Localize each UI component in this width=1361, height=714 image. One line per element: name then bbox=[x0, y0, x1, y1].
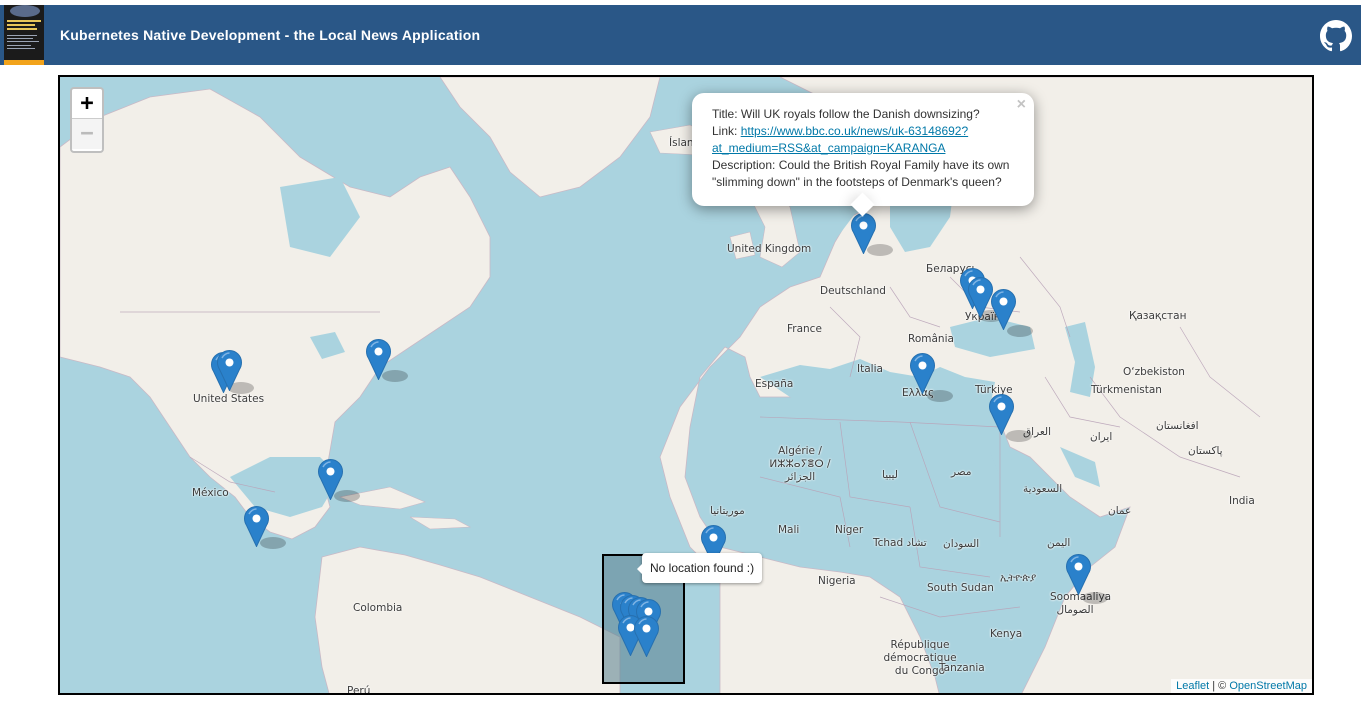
news-marker[interactable] bbox=[991, 289, 1016, 330]
zoom-out-button[interactable]: − bbox=[72, 119, 102, 149]
map-label: Deutschland bbox=[820, 285, 886, 297]
zoom-control: + − bbox=[70, 87, 104, 153]
osm-link[interactable]: OpenStreetMap bbox=[1229, 680, 1307, 692]
map-label: Algérie / ⵍⵣⵣⴰⵢⴻⵔ / الجزائر bbox=[769, 445, 831, 483]
news-marker[interactable] bbox=[634, 616, 659, 657]
map-label: Mali bbox=[778, 524, 800, 536]
map-label: ایران bbox=[1090, 431, 1113, 443]
map-label: Nigeria bbox=[818, 575, 856, 587]
map-label: افغانستان bbox=[1156, 420, 1199, 432]
no-location-popup-tip bbox=[637, 563, 643, 575]
land-greenland bbox=[439, 77, 661, 198]
map-label: India bbox=[1229, 495, 1255, 507]
book-cover-logo bbox=[4, 5, 44, 65]
map-label: México bbox=[192, 487, 229, 499]
attribution-separator: | © bbox=[1209, 680, 1230, 692]
map-label: مصر bbox=[951, 466, 972, 478]
app-header: Kubernetes Native Development - the Loca… bbox=[0, 5, 1361, 65]
news-marker[interactable] bbox=[366, 339, 391, 380]
map-label: Italia bbox=[857, 363, 883, 375]
popup-title: Title: Will UK royals follow the Danish … bbox=[712, 107, 980, 121]
news-marker-selected[interactable] bbox=[851, 213, 876, 254]
map-label: United States bbox=[193, 393, 265, 405]
news-marker[interactable] bbox=[244, 506, 269, 547]
map-label: Perú bbox=[347, 685, 371, 695]
no-location-text: No location found :) bbox=[650, 561, 755, 575]
map-label: România bbox=[908, 333, 954, 345]
github-icon[interactable] bbox=[1320, 20, 1352, 52]
news-marker[interactable] bbox=[910, 353, 935, 394]
map-label: عمان bbox=[1108, 505, 1132, 517]
no-location-popup: No location found :) bbox=[642, 553, 763, 583]
popup-description: Description: Could the British Royal Fam… bbox=[712, 158, 1010, 189]
popup-link-label: Link: bbox=[712, 124, 741, 138]
popup-link[interactable]: https://www.bbc.co.uk/news/uk-63148692? bbox=[741, 124, 968, 138]
land-south-america bbox=[314, 546, 621, 693]
popup-link-row: Link: https://www.bbc.co.uk/news/uk-6314… bbox=[712, 123, 1014, 140]
map-label: Colombia bbox=[353, 602, 403, 614]
map-attribution: Leaflet | © OpenStreetMap bbox=[1171, 679, 1312, 693]
map-label: Tchad تشاد bbox=[873, 537, 927, 549]
map-label: اليمن bbox=[1047, 537, 1071, 549]
news-marker[interactable] bbox=[989, 394, 1014, 435]
popup-close-button[interactable]: × bbox=[1017, 96, 1026, 113]
news-map[interactable]: United States México Colombia Perú Íslan… bbox=[58, 75, 1314, 695]
map-label: السودان bbox=[943, 538, 980, 550]
map-label: Türkmenistan bbox=[1091, 384, 1162, 396]
map-label: موريتانيا bbox=[710, 505, 745, 517]
news-popup: × Title: Will UK royals follow the Danis… bbox=[692, 93, 1034, 217]
map-label: España bbox=[755, 378, 794, 390]
news-marker[interactable] bbox=[968, 277, 993, 318]
news-marker[interactable] bbox=[1066, 554, 1091, 595]
map-label: Tanzania bbox=[939, 662, 985, 674]
popup-link-continued[interactable]: at_medium=RSS&at_campaign=KARANGA bbox=[712, 141, 945, 155]
news-marker[interactable] bbox=[318, 459, 343, 500]
map-label: Niger bbox=[835, 524, 864, 536]
map-label: Kenya bbox=[990, 628, 1023, 640]
map-label: ኢትዮጵያ bbox=[1000, 572, 1037, 584]
leaflet-link[interactable]: Leaflet bbox=[1176, 680, 1209, 692]
page-title: Kubernetes Native Development - the Loca… bbox=[60, 27, 481, 43]
map-label: Қазақстан bbox=[1129, 310, 1187, 322]
map-label: پاکستان bbox=[1188, 445, 1223, 457]
news-marker[interactable] bbox=[217, 350, 242, 391]
map-label: O‘zbekiston bbox=[1123, 366, 1185, 378]
map-label: United Kingdom bbox=[727, 243, 812, 255]
map-label: France bbox=[787, 323, 822, 335]
popup-content: Title: Will UK royals follow the Danish … bbox=[712, 106, 1014, 191]
zoom-in-button[interactable]: + bbox=[72, 89, 102, 119]
map-label: South Sudan bbox=[927, 582, 994, 594]
map-label: ليبيا bbox=[882, 469, 898, 481]
map-label: السعودية bbox=[1023, 483, 1063, 495]
